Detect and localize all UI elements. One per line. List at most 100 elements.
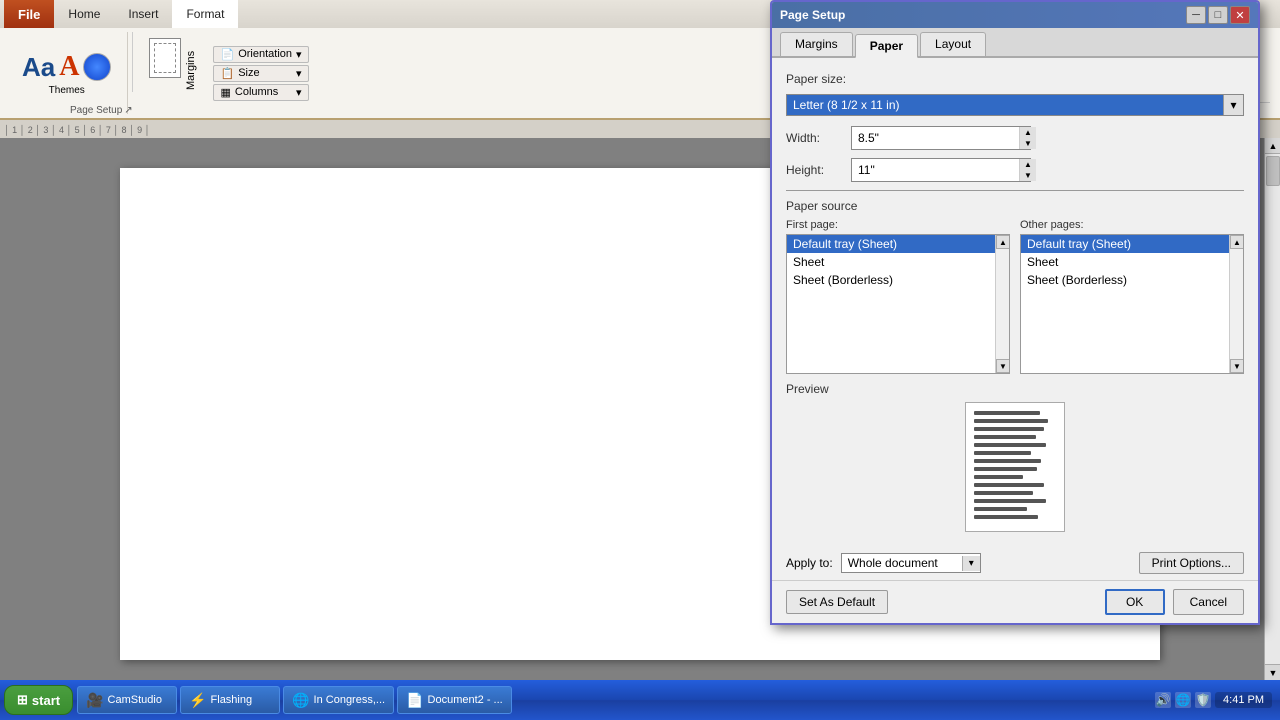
start-button[interactable]: ⊞ start — [4, 685, 73, 715]
list-item[interactable]: Default tray (Sheet) — [1021, 235, 1243, 253]
height-row: Height: ▲ ▼ — [786, 158, 1244, 182]
taskbar-item-word[interactable]: 📄 Document2 - ... — [397, 686, 512, 714]
themes-button[interactable]: Aa A Themes — [16, 49, 117, 98]
tab-insert[interactable]: Insert — [114, 0, 172, 28]
apply-to-arrow[interactable]: ▾ — [962, 556, 980, 571]
height-spin-down[interactable]: ▼ — [1020, 170, 1036, 181]
preview-line — [974, 467, 1037, 471]
first-scroll-up[interactable]: ▲ — [996, 235, 1010, 249]
sys-tray: 🔊 🌐 🛡️ — [1155, 692, 1211, 708]
dialog-restore-button[interactable]: □ — [1208, 6, 1228, 24]
first-scroll-down[interactable]: ▼ — [996, 359, 1010, 373]
size-arrow-icon: ▾ — [296, 67, 302, 80]
dialog-body: Paper size: Letter (8 1/2 x 11 in) ▾ Wid… — [772, 58, 1258, 546]
paper-source-label: Paper source — [786, 199, 1244, 213]
tab-file[interactable]: File — [4, 0, 54, 28]
columns-button[interactable]: ▦ Columns ▾ — [213, 84, 308, 101]
list-item[interactable]: Sheet (Borderless) — [787, 271, 1009, 289]
dialog-close-button[interactable]: ✕ — [1230, 6, 1250, 24]
size-label: Size — [238, 67, 259, 79]
preview-line — [974, 427, 1044, 431]
dialog-controls: ─ □ ✕ — [1186, 6, 1250, 24]
start-orb-icon: ⊞ — [17, 692, 28, 708]
ribbon-group-themes: Aa A Themes — [6, 32, 128, 114]
list-item[interactable]: Sheet (Borderless) — [1021, 271, 1243, 289]
width-spin-up[interactable]: ▲ — [1020, 127, 1036, 138]
page-setup-launcher-icon[interactable]: ↗ — [124, 105, 132, 116]
width-label: Width: — [786, 131, 851, 145]
taskbar-item-camstudio[interactable]: 🎥 CamStudio — [77, 686, 177, 714]
scroll-up-button[interactable]: ▲ — [1265, 138, 1280, 154]
first-page-scrollbar[interactable]: ▲ ▼ — [995, 235, 1009, 373]
network-icon[interactable]: 🌐 — [1175, 692, 1191, 708]
camstudio-icon: 🎥 — [86, 692, 103, 709]
vertical-scrollbar[interactable]: ▲ ▼ — [1264, 138, 1280, 680]
other-pages-scrollbar[interactable]: ▲ ▼ — [1229, 235, 1243, 373]
tab-home[interactable]: Home — [54, 0, 114, 28]
preview-line — [974, 483, 1044, 487]
scroll-track — [1265, 154, 1280, 664]
list-item[interactable]: Default tray (Sheet) — [787, 235, 1009, 253]
camstudio-label: CamStudio — [108, 694, 162, 706]
other-pages-listbox[interactable]: Default tray (Sheet) Sheet Sheet (Border… — [1020, 234, 1244, 374]
print-options-button[interactable]: Print Options... — [1139, 552, 1244, 574]
width-spinbox[interactable]: ▲ ▼ — [851, 126, 1031, 150]
taskbar-item-flashing[interactable]: ⚡ Flashing — [180, 686, 280, 714]
height-spin-up[interactable]: ▲ — [1020, 159, 1036, 170]
width-row: Width: ▲ ▼ — [786, 126, 1244, 150]
preview-line — [974, 411, 1040, 415]
security-icon[interactable]: 🛡️ — [1195, 692, 1211, 708]
other-scroll-track — [1230, 249, 1243, 359]
list-item[interactable]: Sheet — [1021, 253, 1243, 271]
width-spin-down[interactable]: ▼ — [1020, 138, 1036, 149]
paper-size-arrow[interactable]: ▾ — [1223, 95, 1243, 115]
ok-button[interactable]: OK — [1105, 589, 1165, 615]
height-label: Height: — [786, 163, 851, 177]
volume-icon[interactable]: 🔊 — [1155, 692, 1171, 708]
margins-button[interactable]: Margins — [143, 36, 203, 102]
columns-icon: ▦ — [220, 86, 230, 99]
other-scroll-up[interactable]: ▲ — [1230, 235, 1244, 249]
height-spinbox[interactable]: ▲ ▼ — [851, 158, 1031, 182]
tab-format[interactable]: Format — [172, 0, 238, 28]
page-setup-group-label: Page Setup — [70, 105, 122, 116]
preview-line — [974, 435, 1036, 439]
preview-line — [974, 419, 1048, 423]
tab-layout[interactable]: Layout — [920, 32, 986, 56]
tab-paper[interactable]: Paper — [855, 34, 918, 58]
other-scroll-down[interactable]: ▼ — [1230, 359, 1244, 373]
apply-to-combo[interactable]: Whole document ▾ — [841, 553, 981, 573]
ok-cancel-row: OK Cancel — [1105, 589, 1244, 615]
start-label: start — [32, 693, 60, 708]
height-input[interactable] — [852, 161, 1019, 179]
dialog-minimize-button[interactable]: ─ — [1186, 6, 1206, 24]
taskbar: ⊞ start 🎥 CamStudio ⚡ Flashing 🌐 In Cong… — [0, 680, 1280, 720]
size-button[interactable]: 📋 Size ▾ — [213, 65, 308, 82]
tab-margins[interactable]: Margins — [780, 32, 853, 56]
scroll-thumb[interactable] — [1266, 156, 1280, 186]
paper-size-combo[interactable]: Letter (8 1/2 x 11 in) ▾ — [786, 94, 1244, 116]
flashing-label: Flashing — [211, 694, 253, 706]
width-input[interactable] — [852, 129, 1019, 147]
columns-arrow-icon: ▾ — [296, 86, 302, 99]
paper-size-label: Paper size: — [786, 72, 851, 86]
taskbar-right: 🔊 🌐 🛡️ 4:41 PM — [1155, 692, 1276, 708]
preview-label: Preview — [786, 382, 1244, 396]
orientation-button[interactable]: 📄 Orientation ▾ — [213, 46, 308, 63]
size-icon: 📋 — [220, 67, 234, 80]
paper-size-row: Paper size: — [786, 72, 1244, 86]
taskbar-item-browser[interactable]: 🌐 In Congress,... — [283, 686, 394, 714]
width-spin-buttons: ▲ ▼ — [1019, 127, 1036, 149]
first-page-listbox[interactable]: Default tray (Sheet) Sheet Sheet (Border… — [786, 234, 1010, 374]
cancel-button[interactable]: Cancel — [1173, 589, 1244, 615]
first-page-container: First page: Default tray (Sheet) Sheet S… — [786, 219, 1010, 374]
preview-line — [974, 515, 1038, 519]
preview-line — [974, 451, 1031, 455]
scroll-down-button[interactable]: ▼ — [1265, 664, 1280, 680]
set-as-default-button[interactable]: Set As Default — [786, 590, 888, 614]
list-item[interactable]: Sheet — [787, 253, 1009, 271]
paper-size-value: Letter (8 1/2 x 11 in) — [787, 95, 1223, 115]
paper-size-select-row: Letter (8 1/2 x 11 in) ▾ — [786, 94, 1244, 116]
dialog-titlebar: Page Setup ─ □ ✕ — [772, 2, 1258, 28]
preview-line — [974, 507, 1027, 511]
